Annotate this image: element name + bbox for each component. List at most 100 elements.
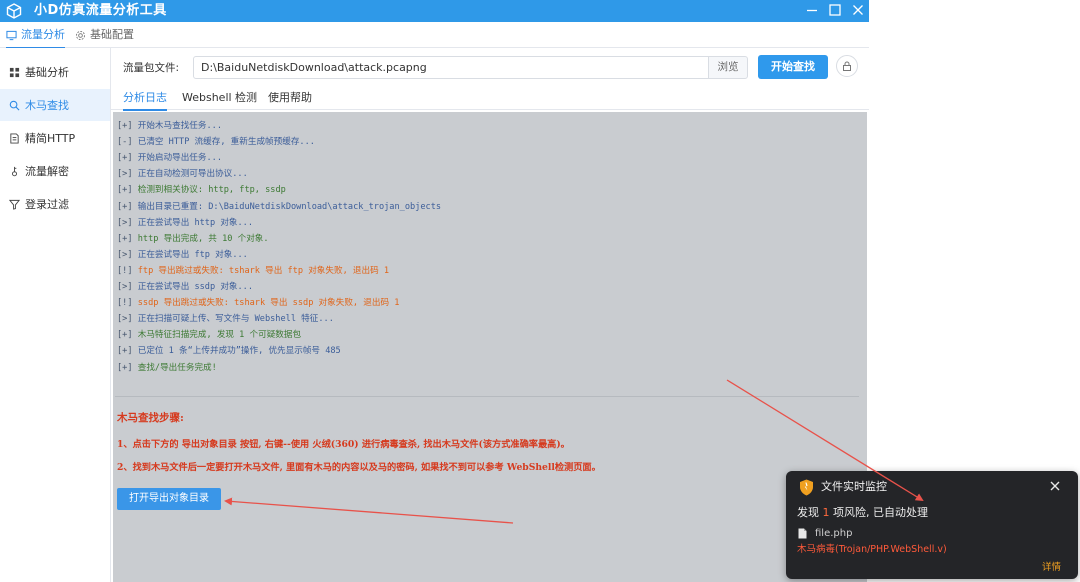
log-line: [>] 正在尝试导出 http 对象... bbox=[117, 217, 253, 229]
log-text: 开始启动导出任务... bbox=[137, 153, 222, 164]
title-bar[interactable]: 小D仿真流量分析工具 bbox=[0, 0, 869, 22]
log-prefix: [+] bbox=[117, 185, 133, 196]
log-line: [+] 检测到相关协议: http, ftp, ssdp bbox=[117, 184, 286, 196]
log-prefix: [+] bbox=[117, 330, 133, 341]
detected-file-name: file.php bbox=[815, 528, 853, 539]
document-icon bbox=[10, 132, 19, 144]
log-prefix: [+] bbox=[117, 121, 133, 131]
cube-icon bbox=[6, 3, 22, 19]
log-text: 正在自动检测可导出协议... bbox=[137, 169, 248, 180]
search-icon bbox=[9, 100, 20, 110]
log-text: 正在扫描可疑上传、写文件与 Webshell 特征... bbox=[137, 314, 334, 325]
steps-title: 木马查找步骤: bbox=[117, 412, 184, 424]
close-icon[interactable] bbox=[1048, 479, 1062, 493]
minimize-icon bbox=[807, 9, 817, 12]
log-prefix: [>] bbox=[117, 217, 133, 228]
log-text: http 导出完成, 共 10 个对象. bbox=[137, 233, 269, 244]
log-line: [!] ftp 导出跳过或失败: tshark 导出 ftp 对象失败, 退出码… bbox=[117, 265, 389, 277]
desktop: 小D仿真流量分析工具 流量分析 基础配置 基础分析 木马查找 精简HTTP 流量… bbox=[0, 0, 1080, 582]
notification-message: 发现 1 项风险, 已自动处理 bbox=[797, 505, 928, 521]
sidebar-item-label: 木马查找 bbox=[25, 99, 69, 112]
log-prefix: [>] bbox=[117, 282, 133, 292]
log-text: ssdp 导出跳过或失败: tshark 导出 ssdp 对象失败, 退出码 1 bbox=[137, 298, 400, 309]
log-text: 开始木马查找任务... bbox=[137, 121, 222, 131]
log-line: [!] ssdp 导出跳过或失败: tshark 导出 ssdp 对象失败, 退… bbox=[117, 297, 399, 309]
log-line: [>] 正在自动检测可导出协议... bbox=[117, 168, 248, 180]
tab-webshell-detect[interactable]: Webshell 检测 bbox=[182, 90, 257, 106]
log-line: [+] 已定位 1 条“上传并成功”操作, 优先显示帧号 485 bbox=[117, 345, 341, 357]
tab-traffic-analysis-label: 流量分析 bbox=[21, 28, 65, 41]
file-label: 流量包文件: bbox=[123, 62, 180, 74]
shield-icon bbox=[800, 479, 813, 496]
log-text: 正在尝试导出 ftp 对象... bbox=[137, 249, 248, 260]
log-line: [+] 开始启动导出任务... bbox=[117, 152, 222, 164]
sidebar-item-traffic-decrypt[interactable]: 流量解密 bbox=[0, 155, 110, 187]
log-text: ftp 导出跳过或失败: tshark 导出 ftp 对象失败, 退出码 1 bbox=[137, 265, 390, 276]
gear-icon bbox=[76, 30, 85, 40]
tab-basic-config-label: 基础配置 bbox=[90, 28, 134, 41]
sidebar-item-basic-analysis[interactable]: 基础分析 bbox=[0, 56, 110, 88]
log-line: [+] 木马特征扫描完成, 发现 1 个可疑数据包 bbox=[117, 329, 301, 341]
log-panel[interactable]: [+] 开始木马查找任务... [-] 已清空 HTTP 流缓存, 重新生成帧预缓… bbox=[113, 112, 867, 582]
file-monitor-notification[interactable]: 文件实时监控 发现 1 项风险, 已自动处理 file.php 木马病毒(Tro… bbox=[786, 471, 1078, 579]
maximize-button[interactable] bbox=[827, 2, 843, 18]
sidebar: 基础分析 木马查找 精简HTTP 流量解密 登录过滤 bbox=[0, 48, 111, 582]
app-window: 小D仿真流量分析工具 流量分析 基础配置 基础分析 木马查找 精简HTTP 流量… bbox=[0, 0, 869, 582]
divider bbox=[115, 396, 859, 397]
log-line: [>] 正在扫描可疑上传、写文件与 Webshell 特征... bbox=[117, 313, 334, 325]
lock-button[interactable] bbox=[836, 55, 858, 77]
key-icon bbox=[12, 166, 17, 176]
log-line: [-] 已清空 HTTP 流缓存, 重新生成帧预缓存... bbox=[117, 136, 315, 148]
top-nav: 流量分析 基础配置 bbox=[0, 22, 869, 49]
sidebar-item-label: 登录过滤 bbox=[25, 198, 69, 211]
log-text: 输出目录已重置: D:\BaiduNetdiskDownload\attack_… bbox=[137, 201, 442, 212]
maximize-icon bbox=[829, 4, 841, 16]
tab-help[interactable]: 使用帮助 bbox=[268, 90, 312, 106]
log-line: [>] 正在尝试导出 ftp 对象... bbox=[117, 249, 248, 261]
log-prefix: [-] bbox=[117, 137, 133, 148]
content-tabs: 分析日志 Webshell 检测 使用帮助 bbox=[111, 86, 869, 111]
sidebar-item-login-filter[interactable]: 登录过滤 bbox=[0, 188, 110, 220]
tab-analysis-log[interactable]: 分析日志 bbox=[123, 90, 167, 111]
log-text: 正在尝试导出 ssdp 对象... bbox=[137, 282, 254, 292]
grid-icon bbox=[9, 67, 20, 77]
log-prefix: [+] bbox=[117, 346, 133, 357]
sidebar-item-label: 流量解密 bbox=[25, 165, 69, 178]
tab-basic-config[interactable]: 基础配置 bbox=[75, 22, 134, 48]
sidebar-item-label: 精简HTTP bbox=[25, 132, 76, 145]
close-icon bbox=[853, 5, 863, 15]
log-prefix: [+] bbox=[117, 201, 133, 212]
pcap-file-input[interactable]: D:\BaiduNetdiskDownload\attack.pcapng bbox=[193, 56, 709, 79]
log-prefix: [!] bbox=[117, 298, 133, 309]
main-panel: 流量包文件: D:\BaiduNetdiskDownload\attack.pc… bbox=[111, 48, 869, 582]
step-1: 1、点击下方的 导出对象目录 按钮, 右键--使用 火绒(360) 进行病毒查杀… bbox=[117, 439, 570, 450]
minimize-button[interactable] bbox=[804, 2, 820, 18]
log-line: [+] 开始木马查找任务... bbox=[117, 120, 222, 132]
log-text: 已定位 1 条“上传并成功”操作, 优先显示帧号 485 bbox=[137, 346, 341, 357]
log-prefix: [+] bbox=[117, 153, 133, 164]
log-text: 正在尝试导出 http 对象... bbox=[137, 217, 254, 228]
log-text: 已清空 HTTP 流缓存, 重新生成帧预缓存... bbox=[137, 137, 315, 148]
log-prefix: [!] bbox=[117, 265, 133, 276]
step-2: 2、找到木马文件后一定要打开木马文件, 里面有木马的内容以及马的密码, 如果找不… bbox=[117, 462, 601, 473]
tab-traffic-analysis[interactable]: 流量分析 bbox=[6, 22, 65, 49]
file-icon bbox=[798, 528, 807, 539]
log-prefix: [>] bbox=[117, 249, 133, 260]
log-line: [>] 正在尝试导出 ssdp 对象... bbox=[117, 281, 253, 293]
browse-button[interactable]: 浏览 bbox=[708, 56, 748, 79]
log-line: [+] 查找/导出任务完成! bbox=[117, 362, 217, 374]
open-export-dir-button[interactable]: 打开导出对象目录 bbox=[117, 488, 221, 510]
lock-icon bbox=[843, 61, 851, 71]
log-line: [+] 输出目录已重置: D:\BaiduNetdiskDownload\att… bbox=[117, 201, 441, 213]
start-search-button[interactable]: 开始查找 bbox=[758, 55, 828, 79]
filter-icon bbox=[9, 199, 20, 210]
sidebar-item-label: 基础分析 bbox=[25, 66, 69, 79]
sidebar-item-simple-http[interactable]: 精简HTTP bbox=[0, 122, 110, 154]
app-title: 小D仿真流量分析工具 bbox=[34, 3, 167, 18]
details-link[interactable]: 详情 bbox=[1042, 561, 1061, 575]
log-prefix: [+] bbox=[117, 362, 133, 373]
close-button[interactable] bbox=[850, 2, 866, 18]
monitor-icon bbox=[6, 30, 17, 40]
sidebar-item-trojan-search[interactable]: 木马查找 bbox=[0, 89, 110, 121]
risk-count: 1 bbox=[822, 506, 830, 519]
